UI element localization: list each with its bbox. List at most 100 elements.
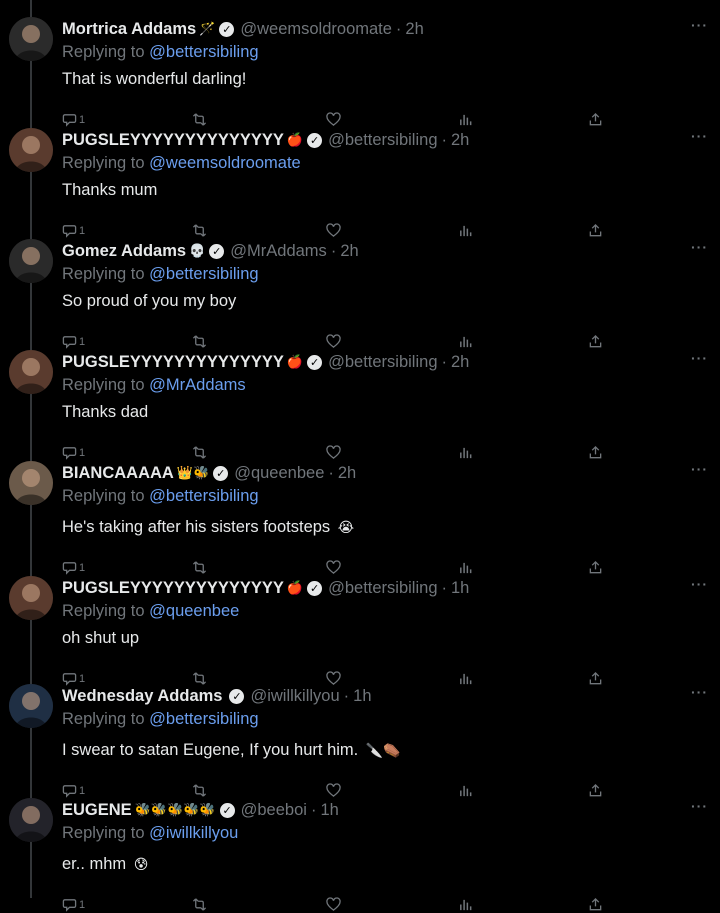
reply-icon [62, 336, 77, 349]
avatar-image [9, 350, 53, 394]
user-handle[interactable]: @iwillkillyou [250, 687, 339, 706]
analytics-button[interactable] [458, 223, 473, 238]
more-options-icon[interactable]: ··· [691, 128, 708, 144]
reply-mention-link[interactable]: @bettersibiling [149, 265, 258, 283]
more-options-icon[interactable]: ··· [691, 461, 708, 477]
reply-button[interactable]: 1 [62, 112, 85, 127]
verified-badge-icon: ✓ [219, 802, 235, 818]
share-button[interactable] [588, 445, 603, 460]
reply-count: 1 [79, 335, 86, 348]
timestamp[interactable]: 2h [340, 242, 358, 261]
more-options-icon[interactable]: ··· [691, 239, 708, 255]
display-name[interactable]: BIANCAAAAA [62, 464, 174, 483]
user-handle[interactable]: @MrAddams [230, 242, 327, 261]
reply-button[interactable]: 1 [62, 334, 85, 349]
avatar[interactable] [9, 798, 53, 842]
separator-dot: · [395, 19, 402, 38]
share-button[interactable] [588, 897, 603, 912]
user-handle[interactable]: @bettersibiling [328, 353, 437, 372]
avatar[interactable] [9, 684, 53, 728]
like-button[interactable] [326, 783, 341, 798]
timestamp[interactable]: 2h [451, 131, 469, 150]
reply-button[interactable]: 1 [62, 560, 85, 575]
timestamp[interactable]: 1h [320, 801, 338, 820]
reply-mention-link[interactable]: @bettersibiling [149, 43, 258, 61]
timestamp[interactable]: 2h [405, 20, 423, 39]
share-button[interactable] [588, 334, 603, 349]
retweet-button[interactable] [192, 897, 207, 912]
user-handle[interactable]: @queenbee [234, 464, 324, 483]
avatar[interactable] [9, 17, 53, 61]
analytics-button[interactable] [458, 560, 473, 575]
replying-to-line: Replying to @queenbee [62, 600, 690, 622]
timestamp[interactable]: 1h [353, 687, 371, 706]
like-button[interactable] [326, 334, 341, 349]
user-handle[interactable]: @beeboi [241, 801, 307, 820]
tweet-text: oh shut up [62, 629, 140, 647]
reply-mention-link[interactable]: @iwillkillyou [149, 824, 238, 842]
more-options-icon[interactable]: ··· [691, 684, 708, 700]
tweet-text: I swear to satan Eugene, If you hurt him… [62, 741, 401, 759]
display-name[interactable]: Wednesday Addams [62, 687, 222, 706]
analytics-button[interactable] [458, 334, 473, 349]
timestamp[interactable]: 2h [338, 464, 356, 483]
retweet-button[interactable] [192, 112, 207, 127]
share-button[interactable] [588, 783, 603, 798]
analytics-icon [460, 899, 472, 911]
reply-button[interactable]: 1 [62, 223, 85, 238]
analytics-button[interactable] [458, 112, 473, 127]
like-button[interactable] [326, 445, 341, 460]
more-options-icon[interactable]: ··· [691, 798, 708, 814]
reply-mention-link[interactable]: @MrAddams [149, 376, 246, 394]
avatar[interactable] [9, 128, 53, 172]
replying-to-label: Replying to [62, 824, 145, 842]
user-handle[interactable]: @weemsoldroomate [240, 20, 392, 39]
display-name[interactable]: PUGSLEYYYYYYYYYYYYYY [62, 579, 284, 598]
reply-mention-link[interactable]: @queenbee [149, 602, 239, 620]
retweet-button[interactable] [192, 445, 207, 460]
timestamp[interactable]: 2h [451, 353, 469, 372]
avatar[interactable] [9, 576, 53, 620]
user-handle[interactable]: @bettersibiling [328, 131, 437, 150]
user-handle[interactable]: @bettersibiling [328, 579, 437, 598]
like-button[interactable] [326, 897, 341, 912]
display-name[interactable]: EUGENE [62, 801, 132, 820]
heart-icon [326, 445, 341, 459]
like-button[interactable] [326, 560, 341, 575]
reply-icon [62, 225, 77, 238]
display-name[interactable]: PUGSLEYYYYYYYYYYYYYY [62, 353, 284, 372]
more-options-icon[interactable]: ··· [691, 350, 708, 366]
reply-count: 1 [79, 784, 86, 797]
avatar[interactable] [9, 350, 53, 394]
like-button[interactable] [326, 223, 341, 238]
display-name[interactable]: Mortrica Addams [62, 20, 196, 39]
display-name[interactable]: Gomez Addams [62, 242, 186, 261]
separator-dot: · [310, 800, 317, 819]
reply-mention-link[interactable]: @weemsoldroomate [149, 154, 301, 172]
more-options-icon[interactable]: ··· [691, 576, 708, 592]
like-button[interactable] [326, 112, 341, 127]
share-icon [589, 560, 602, 574]
timestamp[interactable]: 1h [451, 579, 469, 598]
reply-mention-link[interactable]: @bettersibiling [149, 487, 258, 505]
analytics-button[interactable] [458, 897, 473, 912]
retweet-button[interactable] [192, 223, 207, 238]
replying-to-label: Replying to [62, 487, 145, 505]
reply-mention-link[interactable]: @bettersibiling [149, 710, 258, 728]
share-button[interactable] [588, 560, 603, 575]
retweet-button[interactable] [192, 560, 207, 575]
analytics-button[interactable] [458, 783, 473, 798]
reply-button[interactable]: 1 [62, 783, 85, 798]
share-button[interactable] [588, 223, 603, 238]
tweet-text: er.. mhm 😰 [62, 855, 149, 873]
reply-button[interactable]: 1 [62, 897, 85, 912]
avatar[interactable] [9, 461, 53, 505]
avatar[interactable] [9, 239, 53, 283]
reply-button[interactable]: 1 [62, 445, 85, 460]
more-options-icon[interactable]: ··· [691, 17, 708, 33]
display-name[interactable]: PUGSLEYYYYYYYYYYYYYY [62, 131, 284, 150]
analytics-button[interactable] [458, 445, 473, 460]
retweet-button[interactable] [192, 334, 207, 349]
retweet-button[interactable] [192, 783, 207, 798]
share-button[interactable] [588, 112, 603, 127]
